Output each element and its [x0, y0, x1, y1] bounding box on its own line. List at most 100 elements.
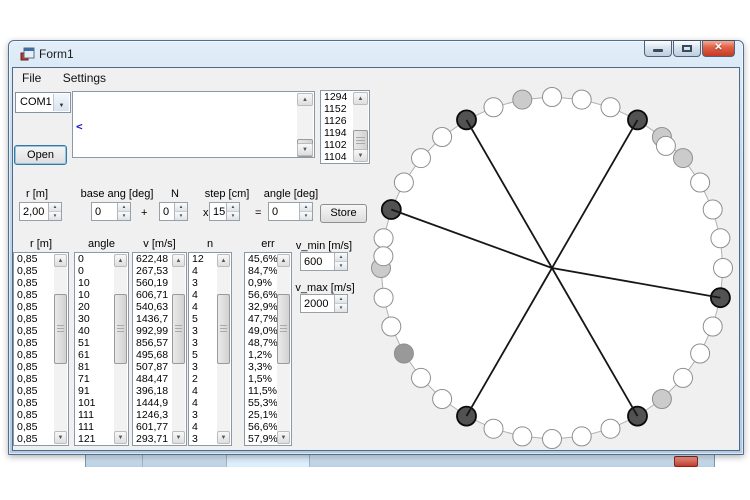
- column-header: v [m/s]: [132, 238, 187, 250]
- listbox-n[interactable]: 12434453353244343▲▼: [188, 252, 232, 446]
- vmin-spinner-up-button[interactable]: ▲: [334, 253, 347, 261]
- scrollbar-thumb[interactable]: [277, 294, 290, 364]
- ring-node: [691, 173, 710, 192]
- ring-node: [703, 200, 722, 219]
- angle-spinner-up-button[interactable]: ▲: [299, 203, 312, 211]
- ring-node: [652, 390, 671, 409]
- step-spinner-down-button[interactable]: ▼: [226, 211, 239, 220]
- n-spinner[interactable]: 0 ▲▼: [159, 202, 188, 221]
- step-spinner-value: 15: [213, 206, 225, 218]
- ring-node: [433, 128, 452, 147]
- listbox-err[interactable]: 45,6%84,7%0,9%56,6%32,9%47,7%49,0%48,7%1…: [244, 252, 292, 446]
- ring-node: [703, 317, 722, 336]
- vmax-spinner-up-button[interactable]: ▲: [334, 295, 347, 303]
- ring-node: [572, 427, 591, 446]
- vmax-spinner[interactable]: 2000 ▲▼: [300, 294, 348, 313]
- scroll-down-icon[interactable]: ▼: [297, 143, 313, 156]
- listbox-scrollbar[interactable]: ▲▼: [114, 254, 127, 444]
- ring-node: [714, 259, 733, 278]
- ring-node: [691, 344, 710, 363]
- vmax-spinner-down-button[interactable]: ▼: [334, 303, 347, 312]
- column-header: angle: [74, 238, 129, 250]
- open-button[interactable]: Open: [14, 145, 67, 165]
- ring-node: [601, 98, 620, 117]
- vmin-spinner-value: 600: [304, 256, 322, 268]
- ring-node: [513, 90, 532, 109]
- ring-node: [412, 368, 431, 387]
- ring-node: [484, 419, 503, 438]
- listbox-angle[interactable]: 0010102030405161817191101111111121▲▼: [74, 252, 129, 446]
- equals-operator: =: [255, 207, 261, 219]
- vmin-spinner[interactable]: 600 ▲▼: [300, 252, 348, 271]
- ring-node: [412, 149, 431, 168]
- menu-file[interactable]: File: [13, 68, 50, 88]
- scroll-down-icon[interactable]: ▼: [172, 431, 185, 444]
- serial-monitor-textbox[interactable]: < f1> ?&3<\f1><f2>84 <\f2><f3>F5┴┬<\f3><…: [72, 91, 315, 158]
- scroll-up-icon[interactable]: ▲: [54, 254, 67, 267]
- scrollbar-thumb[interactable]: [54, 294, 67, 364]
- base-ang-spinner-up-button[interactable]: ▲: [117, 203, 130, 211]
- listbox-scrollbar[interactable]: ▲▼: [54, 254, 67, 444]
- ring-node: [382, 317, 401, 336]
- menu-settings[interactable]: Settings: [54, 68, 115, 88]
- serial-monitor-scrollbar[interactable]: ▲▼: [297, 93, 313, 156]
- scrollbar-thumb[interactable]: [172, 294, 185, 364]
- ring-node: [433, 390, 452, 409]
- n-label: N: [171, 188, 179, 200]
- combo-dropdown-button[interactable]: ▼: [53, 94, 69, 111]
- minimize-button[interactable]: [644, 40, 672, 57]
- listbox-rm[interactable]: 0,850,850,850,850,850,850,850,850,850,85…: [13, 252, 69, 446]
- step-spinner[interactable]: 15 ▲▼: [209, 202, 240, 221]
- vmin-spinner-down-button[interactable]: ▼: [334, 261, 347, 270]
- times-operator: x: [203, 207, 209, 219]
- angle-spinner[interactable]: 0 ▲▼: [268, 202, 313, 221]
- scroll-up-icon[interactable]: ▲: [172, 254, 185, 267]
- scroll-up-icon[interactable]: ▲: [297, 93, 313, 106]
- scroll-up-icon[interactable]: ▲: [217, 254, 230, 267]
- r-spinner-up-button[interactable]: ▲: [48, 203, 61, 211]
- base-ang-spinner-down-button[interactable]: ▼: [117, 211, 130, 220]
- scroll-up-icon[interactable]: ▲: [277, 254, 290, 267]
- ring-node: [457, 110, 476, 129]
- step-spinner-up-button[interactable]: ▲: [226, 203, 239, 211]
- scroll-down-icon[interactable]: ▼: [54, 431, 67, 444]
- ring-node: [484, 98, 503, 117]
- n-spinner-value: 0: [163, 206, 169, 218]
- angle-label: angle [deg]: [264, 188, 318, 200]
- window-title: Form1: [39, 47, 74, 61]
- scroll-down-icon[interactable]: ▼: [277, 431, 290, 444]
- close-button[interactable]: ✕: [702, 40, 735, 57]
- listbox-scrollbar[interactable]: ▲▼: [172, 254, 185, 444]
- n-spinner-up-button[interactable]: ▲: [174, 203, 187, 211]
- ring-node: [674, 368, 693, 387]
- ring-node: [374, 229, 393, 248]
- scroll-up-icon[interactable]: ▲: [114, 254, 127, 267]
- ring-node: [543, 88, 562, 107]
- vmax-label: v_max [m/s]: [295, 282, 354, 294]
- store-button[interactable]: Store: [320, 204, 367, 223]
- titlebar[interactable]: Form1 ✕: [9, 41, 743, 67]
- column-header: err: [244, 238, 292, 250]
- angle-spinner-down-button[interactable]: ▼: [299, 211, 312, 220]
- background-close-button[interactable]: [674, 456, 698, 467]
- r-spinner-down-button[interactable]: ▼: [48, 211, 61, 220]
- maximize-icon: [682, 45, 692, 52]
- angle-spinner-value: 0: [272, 206, 278, 218]
- scroll-down-icon[interactable]: ▼: [217, 431, 230, 444]
- scrollbar-thumb[interactable]: [217, 294, 230, 364]
- ring-node: [394, 173, 413, 192]
- n-spinner-down-button[interactable]: ▼: [174, 211, 187, 220]
- step-label: step [cm]: [205, 188, 250, 200]
- maximize-button[interactable]: [673, 40, 701, 57]
- client-area: File Settings COM1 ▼ < f1> ?&3<\f1><f2>8…: [12, 67, 740, 451]
- counts-listbox[interactable]: 129411521126119411021104 ▲▼: [320, 90, 370, 164]
- scrollbar-thumb[interactable]: [114, 294, 127, 364]
- com-port-combobox[interactable]: COM1 ▼: [15, 92, 71, 113]
- ring-node: [674, 149, 693, 168]
- base-ang-spinner[interactable]: 0 ▲▼: [91, 202, 131, 221]
- listbox-vms[interactable]: 622,48267,53560,19606,71540,631436,7992,…: [132, 252, 187, 446]
- scroll-down-icon[interactable]: ▼: [114, 431, 127, 444]
- listbox-scrollbar[interactable]: ▲▼: [277, 254, 290, 444]
- r-spinner[interactable]: 2,00 ▲▼: [19, 202, 62, 221]
- listbox-scrollbar[interactable]: ▲▼: [217, 254, 230, 444]
